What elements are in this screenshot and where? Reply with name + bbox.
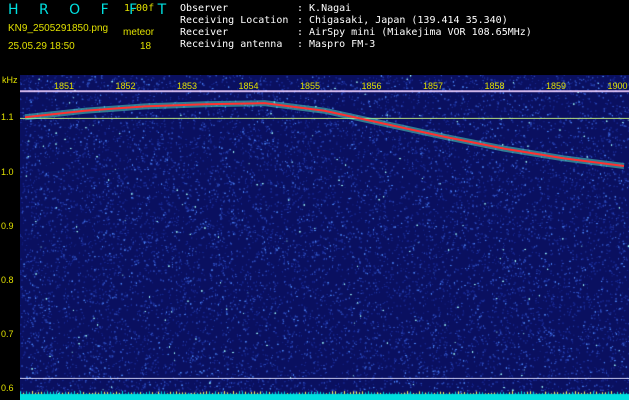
y-axis-unit: kHz [2,75,18,85]
info-value-antenna: : Maspro FM-3 [297,39,376,50]
x-tick-label: 1859 [546,81,567,91]
info-key-location: Receiving Location [180,15,289,26]
spectrogram-overlay [20,90,629,379]
x-tick-label: 1854 [238,81,259,91]
y-tick-label: 0.6 [1,383,14,394]
info-value-receiver: : AirSpy mini (Miakejima VOR 108.65MHz) [297,27,532,38]
info-value-location: : Chigasaki, Japan (139.414 35.340) [297,15,508,26]
x-tick-label: 1900 [607,81,628,91]
x-tick-label: 1856 [361,81,382,91]
info-value-observer: : K.Nagai [297,3,352,14]
y-tick-label: 0.9 [1,220,14,231]
y-tick-label: 0.7 [1,329,14,339]
spectrogram-plot [20,75,629,400]
x-tick-label: 1851 [54,81,75,91]
info-key-observer: Observer [180,3,229,14]
file-name: KN9_2505291850.png [8,23,109,34]
app-version: 1.00f [124,3,155,14]
y-tick-label: 1.1 [1,112,14,123]
info-key-antenna: Receiving antenna [180,39,283,50]
header-panel: H R O F F T 1.00f KN9_2505291850.png met… [0,0,629,75]
x-tick-label: 1853 [177,81,198,91]
x-tick-label: 1857 [423,81,444,91]
meteor-label: meteor [123,27,155,38]
y-tick-label: 0.8 [1,274,14,285]
capture-datetime: 25.05.29 18:50 [8,41,75,52]
info-key-receiver: Receiver [180,27,229,38]
x-tick-label: 1852 [115,81,136,91]
x-tick-label: 1855 [300,81,321,91]
signal-trace-glow [24,100,625,169]
meteor-count: 18 [140,41,152,52]
y-tick-label: 1.0 [1,166,14,177]
x-tick-label: 1858 [484,81,505,91]
